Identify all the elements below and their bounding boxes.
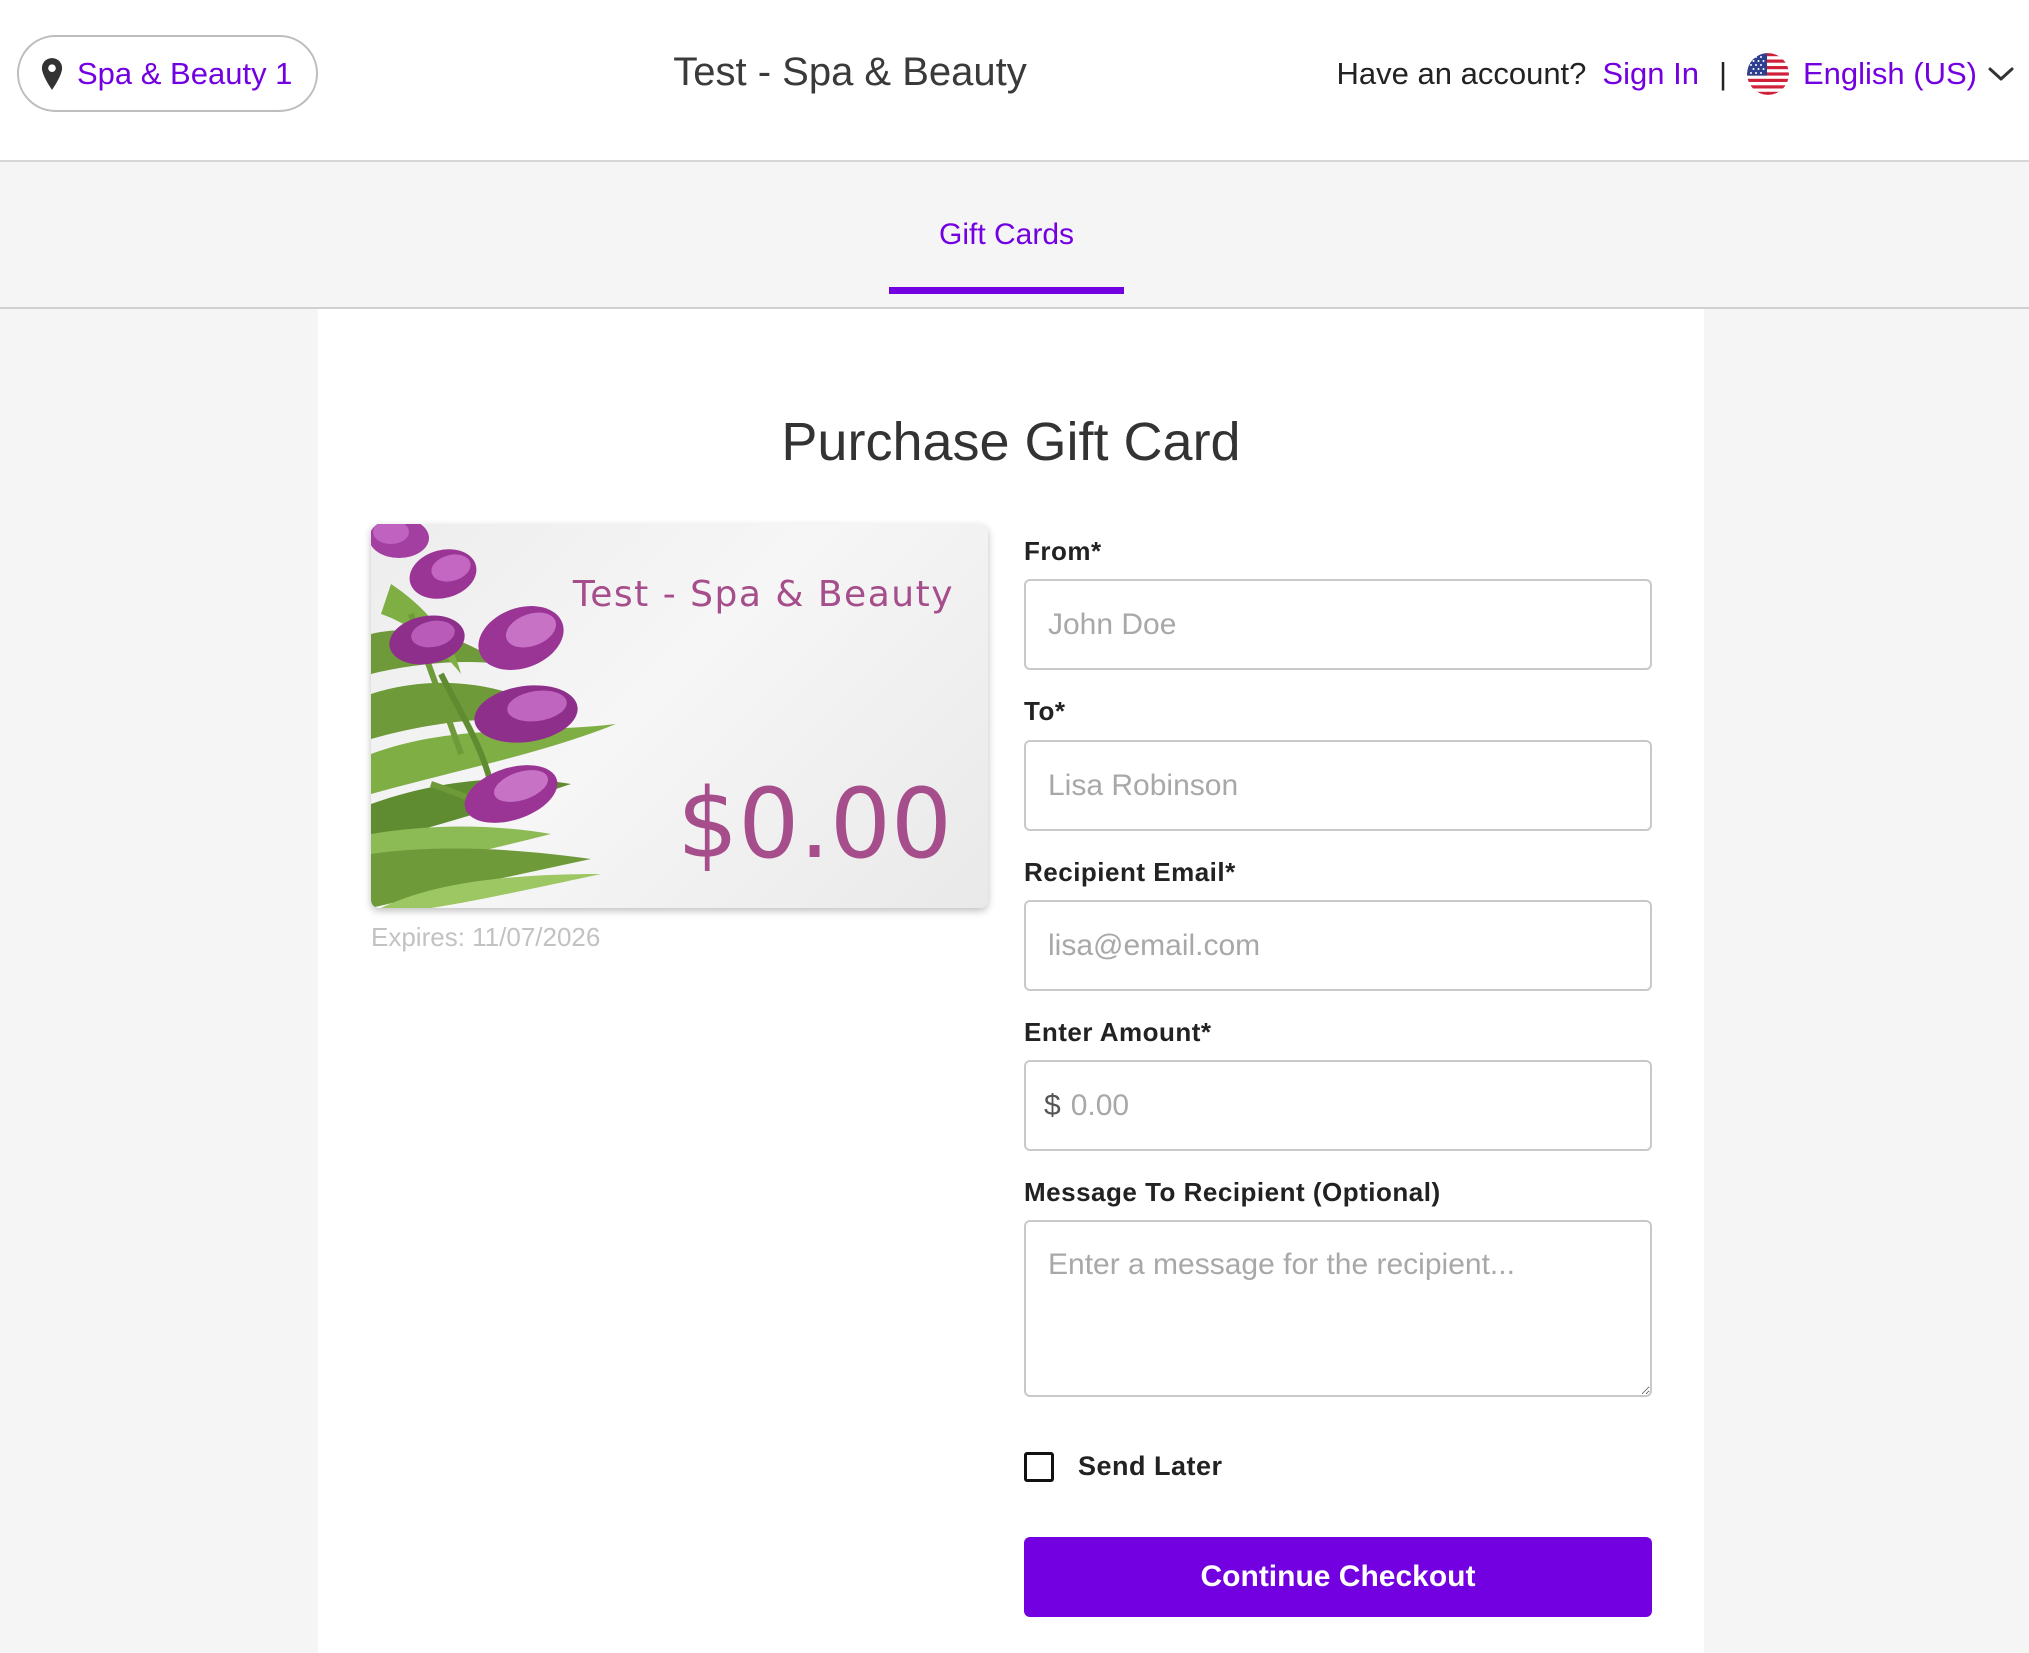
checkbox-box[interactable]	[1024, 1451, 1054, 1482]
sign-in-link[interactable]: Sign In	[1602, 56, 1699, 92]
to-label: To*	[1024, 696, 1066, 726]
page-title: Purchase Gift Card	[781, 412, 1241, 472]
account-prompt: Have an account?	[1336, 56, 1587, 91]
card-amount: $0.00	[677, 768, 952, 880]
continue-checkout-button[interactable]: Continue Checkout	[1024, 1537, 1652, 1617]
location-label: Spa & Beauty 1	[77, 55, 293, 91]
us-flag-icon[interactable]	[1747, 53, 1789, 95]
language-selector[interactable]: English (US)	[1803, 56, 1977, 92]
from-label: From*	[1024, 536, 1102, 566]
amount-field-wrapper[interactable]: $	[1024, 1060, 1652, 1151]
card-business-name: Test - Spa & Beauty	[572, 574, 954, 615]
main-panel: Purchase Gift Card Test - Spa & Beauty $…	[318, 309, 1704, 1653]
active-tab-indicator	[889, 287, 1124, 294]
message-label: Message To Recipient (Optional)	[1024, 1177, 1441, 1207]
message-textarea[interactable]	[1024, 1220, 1652, 1397]
header-separator: |	[1718, 56, 1727, 91]
site-title: Test - Spa & Beauty	[673, 50, 1027, 94]
chevron-down-icon[interactable]	[1987, 65, 2015, 83]
tab-gift-cards[interactable]: Gift Cards	[889, 162, 1124, 294]
from-field[interactable]	[1024, 579, 1652, 670]
top-header: Spa & Beauty 1 Test - Spa & Beauty Have …	[0, 0, 2029, 162]
send-later-label: Send Later	[1078, 1451, 1223, 1481]
amount-field[interactable]	[1068, 1087, 1593, 1124]
map-pin-icon	[41, 57, 63, 90]
tab-label: Gift Cards	[938, 218, 1075, 251]
recipient-email-label: Recipient Email*	[1024, 857, 1236, 887]
gift-card-preview: Test - Spa & Beauty $0.00	[371, 524, 988, 908]
currency-symbol: $	[1044, 1088, 1061, 1122]
amount-label: Enter Amount*	[1024, 1017, 1212, 1047]
card-expiry: Expires: 11/07/2026	[371, 922, 601, 952]
to-field[interactable]	[1024, 740, 1652, 831]
send-later-checkbox[interactable]: Send Later	[1024, 1451, 1223, 1482]
tabs-bar: Gift Cards	[0, 162, 2029, 309]
recipient-email-field[interactable]	[1024, 900, 1652, 991]
location-selector-button[interactable]: Spa & Beauty 1	[17, 35, 319, 112]
account-area: Have an account? Sign In | English (US)	[1337, 50, 2015, 98]
